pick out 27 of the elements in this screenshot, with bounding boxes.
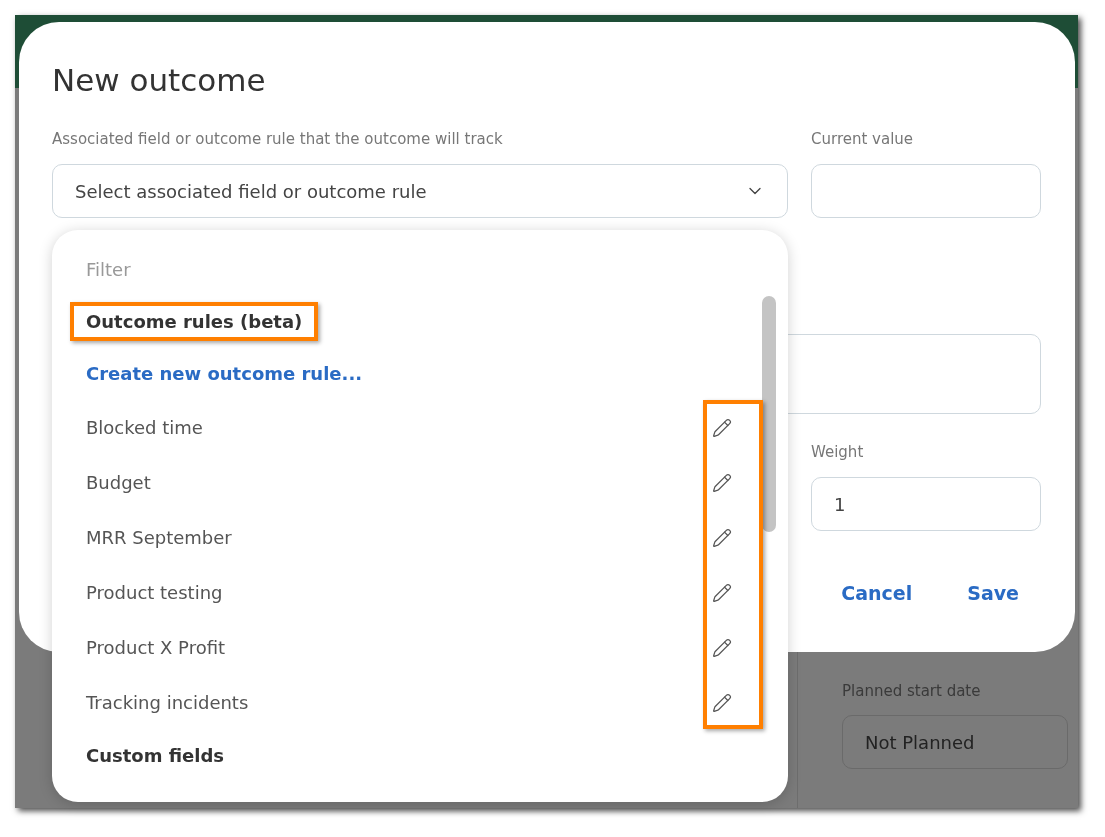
pencil-icon[interactable] <box>712 637 732 658</box>
scrollbar-thumb[interactable] <box>762 296 776 532</box>
cancel-button[interactable]: Cancel <box>819 573 935 613</box>
menu-item[interactable]: Budget <box>86 472 151 493</box>
dialog-title: New outcome <box>52 61 266 100</box>
save-button[interactable]: Save <box>945 573 1041 613</box>
create-rule-link[interactable]: Create new outcome rule... <box>86 362 363 384</box>
group-heading: Outcome rules (beta) <box>70 301 319 341</box>
pencil-icon[interactable] <box>712 527 732 548</box>
pencil-icon[interactable] <box>712 417 732 438</box>
menu-item[interactable]: Blocked time <box>86 417 203 438</box>
pencil-icon[interactable] <box>712 472 732 493</box>
field-label: Weight <box>811 442 864 462</box>
pencil-icon[interactable] <box>712 582 732 603</box>
menu-item[interactable]: Tracking incidents <box>86 692 249 713</box>
input-field[interactable] <box>811 164 1041 218</box>
field-label: Planned start date <box>842 681 982 701</box>
menu-item[interactable]: MRR September <box>86 527 232 548</box>
pencil-icon[interactable] <box>712 692 732 713</box>
field-label: Associated field or outcome rule that the outcome will track <box>52 129 503 149</box>
input-field[interactable]: 1 <box>811 477 1041 531</box>
menu-item[interactable]: Product X Profit <box>86 637 226 658</box>
field-label: Current value <box>811 129 914 149</box>
select-field[interactable]: Select associated field or outcome rule <box>52 164 788 218</box>
date-field[interactable]: Not Planned <box>842 715 1068 769</box>
group-heading: Custom fields <box>85 743 226 768</box>
menu-item[interactable]: Product testing <box>86 582 223 603</box>
